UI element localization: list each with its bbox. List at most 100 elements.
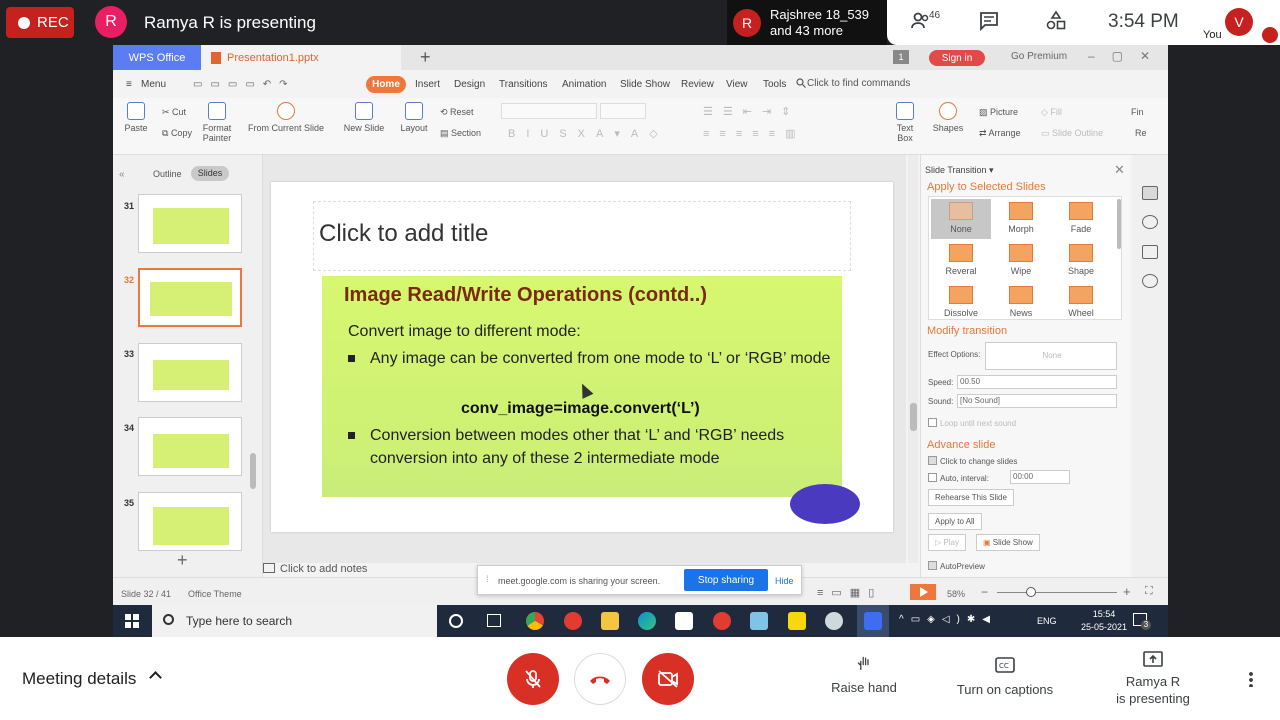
from-current-slide-button[interactable]: From Current Slide: [243, 102, 329, 133]
tab-outline[interactable]: Outline: [153, 169, 182, 179]
zoom-slider-handle[interactable]: [1026, 587, 1036, 597]
loop-checkbox[interactable]: Loop until next sound: [928, 418, 1016, 428]
apply-to-all-button[interactable]: Apply to All: [928, 513, 982, 530]
sign-in-button[interactable]: Sign in: [929, 50, 985, 66]
wps-taskbar-icon[interactable]: [864, 612, 882, 630]
app-red-icon-2[interactable]: [713, 612, 731, 630]
more-options-icon[interactable]: [1249, 671, 1253, 687]
tab-slides[interactable]: Slides: [191, 166, 229, 181]
language-indicator[interactable]: ENG: [1037, 616, 1057, 626]
slide-thumbnail[interactable]: [138, 194, 242, 253]
transition-reveral[interactable]: Reveral: [931, 241, 991, 276]
chevron-up-icon[interactable]: [149, 671, 162, 684]
chat-icon[interactable]: [978, 10, 1000, 32]
on-click-checkbox[interactable]: Click to change slides: [928, 456, 1017, 466]
windows-start-icon[interactable]: [125, 614, 139, 628]
autopreview-checkbox[interactable]: AutoPreview: [928, 561, 985, 571]
font-size-select[interactable]: [600, 103, 646, 119]
tab-view[interactable]: View: [726, 79, 748, 90]
find-commands-input[interactable]: Click to find commands: [807, 78, 910, 89]
slide-scrollbar[interactable]: [908, 155, 918, 563]
paste-button[interactable]: Paste: [121, 102, 151, 133]
menu-button[interactable]: Menu: [141, 79, 166, 90]
presentation-button[interactable]: Ramya R is presenting: [1105, 651, 1201, 707]
active-participant-tile[interactable]: R Rajshree 18_539 and 43 more: [727, 0, 887, 45]
zoom-in-icon[interactable]: +: [1123, 584, 1131, 599]
zoom-out-icon[interactable]: −: [981, 585, 988, 599]
slide-thumbnail[interactable]: [138, 417, 242, 476]
collapse-panel-icon[interactable]: «: [119, 169, 125, 180]
zoom-slider[interactable]: [997, 592, 1117, 593]
raise-hand-button[interactable]: Raise hand: [826, 655, 902, 695]
settings-sliders-icon[interactable]: [1142, 245, 1158, 259]
wps-office-tab[interactable]: WPS Office: [113, 45, 201, 70]
mail-icon[interactable]: [750, 612, 768, 630]
slide-thumbnail[interactable]: [138, 492, 242, 551]
tab-animation[interactable]: Animation: [562, 79, 606, 90]
arrange-button[interactable]: ⇄ Arrange: [979, 128, 1021, 139]
transition-fade[interactable]: Fade: [1051, 199, 1111, 234]
auto-interval-checkbox[interactable]: Auto, interval:: [928, 473, 989, 483]
tab-slide-show[interactable]: Slide Show: [620, 79, 670, 90]
hide-notice-button[interactable]: Hide: [775, 576, 794, 586]
slide-show-button[interactable]: ▣ Slide Show: [976, 534, 1040, 551]
tab-design[interactable]: Design: [454, 79, 485, 90]
theme-name[interactable]: Office Theme: [188, 589, 242, 599]
window-controls[interactable]: –▢✕: [1088, 49, 1167, 63]
format-painter-button[interactable]: Format Painter: [200, 102, 234, 143]
task-view-icon[interactable]: [487, 614, 501, 627]
thumbnails-scrollbar[interactable]: [250, 453, 256, 489]
tab-insert[interactable]: Insert: [415, 79, 440, 90]
camera-toggle-button[interactable]: [642, 653, 694, 705]
taskbar-clock[interactable]: 15:54 25-05-2021: [1081, 608, 1127, 634]
sound-select[interactable]: [No Sound]: [957, 394, 1117, 408]
transition-wipe[interactable]: Wipe: [991, 241, 1051, 276]
meeting-details-button[interactable]: Meeting details: [22, 669, 136, 689]
store-icon[interactable]: [675, 612, 693, 630]
find-button[interactable]: Fin: [1131, 107, 1144, 117]
drag-handle-icon[interactable]: ⁞: [486, 574, 489, 584]
transition-news[interactable]: News: [991, 283, 1051, 318]
stop-sharing-button[interactable]: Stop sharing: [684, 569, 768, 591]
paragraph-buttons[interactable]: ☰☰⇤⇥⇕: [703, 105, 800, 118]
add-slide-button[interactable]: +: [177, 550, 188, 571]
taskbar-search-input[interactable]: Type here to search: [152, 605, 437, 637]
window-count-badge[interactable]: 1: [893, 50, 909, 64]
sticky-notes-icon[interactable]: [788, 612, 806, 630]
slide-scrollbar-thumb[interactable]: [910, 403, 917, 431]
document-tab[interactable]: Presentation1.pptx: [201, 45, 401, 70]
slide-thumbnail[interactable]: [138, 343, 242, 402]
play-slideshow-button[interactable]: [910, 584, 936, 600]
slide-outline-button[interactable]: ▭ Slide Outline: [1041, 128, 1103, 139]
copy-button[interactable]: ⧉ Copy: [162, 128, 192, 139]
activities-icon[interactable]: [1045, 10, 1067, 32]
text-box-button[interactable]: Text Box: [889, 102, 921, 143]
notification-center-icon[interactable]: 3: [1133, 613, 1151, 630]
tab-home[interactable]: Home: [366, 76, 406, 93]
menu-hamburger-icon[interactable]: ≡: [126, 79, 132, 90]
history-icon[interactable]: [1142, 274, 1158, 288]
file-explorer-icon[interactable]: [601, 612, 619, 630]
reset-button[interactable]: ⟲ Reset: [440, 107, 474, 118]
cortana-icon[interactable]: [449, 614, 463, 628]
layout-button[interactable]: Layout: [395, 102, 433, 133]
rehearse-button[interactable]: Rehearse This Slide: [928, 489, 1014, 506]
section-button[interactable]: ▤ Section: [440, 128, 481, 139]
panel-title[interactable]: Slide Transition ▾: [925, 165, 994, 176]
slide-canvas[interactable]: Click to add title Image Read/Write Oper…: [271, 182, 893, 532]
tab-transitions[interactable]: Transitions: [499, 79, 548, 90]
transition-morph[interactable]: Morph: [991, 199, 1051, 234]
cut-button[interactable]: ✂ Cut: [162, 107, 186, 118]
tab-review[interactable]: Review: [681, 79, 714, 90]
fit-window-icon[interactable]: ⛶: [1145, 585, 1153, 598]
font-name-select[interactable]: [501, 103, 597, 119]
animation-icon[interactable]: [1142, 215, 1158, 229]
fill-button[interactable]: ◇ Fill: [1041, 107, 1062, 118]
view-mode-buttons[interactable]: ≡▭▦▯: [817, 586, 882, 599]
zoom-level[interactable]: 58%: [947, 589, 965, 599]
transition-none[interactable]: None: [931, 199, 991, 239]
new-tab-button[interactable]: +: [420, 47, 431, 68]
captions-button[interactable]: CC Turn on captions: [950, 657, 1060, 697]
close-icon[interactable]: ✕: [1114, 162, 1125, 178]
font-format-buttons[interactable]: BIUSXA▾A◇: [508, 127, 669, 140]
